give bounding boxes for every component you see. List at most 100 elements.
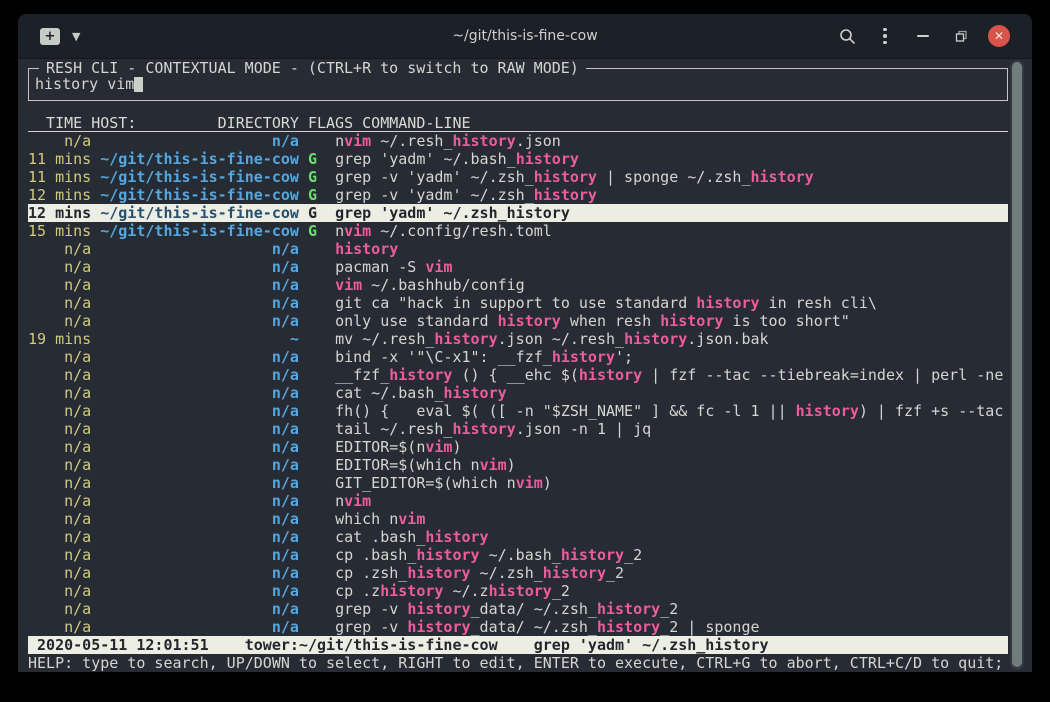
cell-host-directory: n/a <box>100 348 299 366</box>
text <box>91 366 100 384</box>
cmd-segment: | fzf --tac --tiebreak=index | perl -ne <box>642 366 1003 384</box>
history-row[interactable]: n/a n/a vim ~/.bashhub/config <box>28 276 1008 294</box>
text <box>317 456 335 474</box>
cell-time: n/a <box>28 618 91 636</box>
history-row[interactable]: 11 mins ~/git/this-is-fine-cow G grep 'y… <box>28 150 1008 168</box>
restore-button[interactable] <box>942 21 980 51</box>
text <box>91 510 100 528</box>
history-row[interactable]: n/a n/a tail ~/.resh_history.json -n 1 |… <box>28 420 1008 438</box>
menu-button[interactable] <box>866 21 904 51</box>
cmd-segment: '; <box>615 348 633 366</box>
history-row[interactable]: n/a n/a git ca "hack in support to use s… <box>28 294 1008 312</box>
history-row[interactable]: n/a n/a only use standard history when r… <box>28 312 1008 330</box>
cmd-segment: bind -x '"\C-x1": __fzf_ <box>335 348 552 366</box>
cell-host-directory: n/a <box>100 528 299 546</box>
text <box>317 258 335 276</box>
text <box>299 204 308 222</box>
history-row[interactable]: n/a n/a grep -v history_data/ ~/.zsh_his… <box>28 618 1008 636</box>
text <box>91 384 100 402</box>
history-row[interactable]: n/a n/a cp .zhistory ~/.zhistory_2 <box>28 582 1008 600</box>
chevron-down-icon: ▼ <box>72 30 80 43</box>
history-row[interactable]: n/a n/a history <box>28 240 1008 258</box>
cmd-match: history <box>534 186 597 204</box>
history-row[interactable]: n/a n/a pacman -S vim <box>28 258 1008 276</box>
cmd-match: vim <box>335 276 362 294</box>
history-row[interactable]: 19 mins ~ mv ~/.resh_history.json ~/.res… <box>28 330 1008 348</box>
history-row[interactable]: n/a n/a grep -v history_data/ ~/.zsh_his… <box>28 600 1008 618</box>
history-row[interactable]: n/a n/a cp .bash_history ~/.bash_history… <box>28 546 1008 564</box>
scrollbar-thumb[interactable] <box>1012 62 1022 667</box>
history-row[interactable]: n/a n/a nvim <box>28 492 1008 510</box>
cell-time: 12 mins <box>28 186 91 204</box>
cmd-match: vim <box>344 222 371 240</box>
cmd-match: history <box>597 618 660 636</box>
cmd-match: history <box>407 600 470 618</box>
text <box>91 294 100 312</box>
history-row[interactable]: n/a n/a nvim ~/.resh_history.json <box>28 132 1008 150</box>
history-row[interactable]: n/a n/a EDITOR=$(which nvim) <box>28 456 1008 474</box>
titlebar[interactable]: + ▼ ~/git/this-is-fine-cow <box>18 14 1032 59</box>
history-row[interactable]: 11 mins ~/git/this-is-fine-cow G grep -v… <box>28 168 1008 186</box>
text <box>299 348 308 366</box>
cell-flags <box>308 564 317 582</box>
cell-host-directory: n/a <box>100 618 299 636</box>
text <box>317 546 335 564</box>
text <box>299 582 308 600</box>
history-row[interactable]: n/a n/a which nvim <box>28 510 1008 528</box>
text <box>91 492 100 510</box>
new-tab-button[interactable]: + <box>40 28 60 45</box>
history-row[interactable]: n/a n/a fh() { eval $( ([ -n "$ZSH_NAME"… <box>28 402 1008 420</box>
history-row[interactable]: n/a n/a GIT_EDITOR=$(which nvim) <box>28 474 1008 492</box>
tab-dropdown-button[interactable]: ▼ <box>70 28 82 45</box>
cmd-segment: _data/ ~/.zsh_ <box>471 600 597 618</box>
history-row[interactable]: n/a n/a EDITOR=$(nvim) <box>28 438 1008 456</box>
history-row[interactable]: n/a n/a cat ~/.bash_history <box>28 384 1008 402</box>
table-header-text: TIME HOST: DIRECTORY FLAGS COMMAND-LINE <box>28 114 471 132</box>
history-row[interactable]: n/a n/a cat .bash_history <box>28 528 1008 546</box>
history-row[interactable]: n/a n/a bind -x '"\C-x1": __fzf_history'… <box>28 348 1008 366</box>
text <box>91 240 100 258</box>
text <box>91 546 100 564</box>
text <box>317 366 335 384</box>
cmd-match: history <box>489 582 552 600</box>
text <box>317 168 335 186</box>
cell-time: n/a <box>28 276 91 294</box>
history-row[interactable]: n/a n/a cp .zsh_history ~/.zsh_history_2 <box>28 564 1008 582</box>
text <box>91 330 100 348</box>
minimize-button[interactable] <box>904 21 942 51</box>
terminal-content[interactable]: RESH CLI - CONTEXTUAL MODE - (CTRL+R to … <box>18 59 1032 672</box>
cell-host-directory: ~/git/this-is-fine-cow <box>100 168 299 186</box>
cmd-match: vim <box>516 474 543 492</box>
cell-host-directory: n/a <box>100 600 299 618</box>
text <box>91 276 100 294</box>
text <box>299 420 308 438</box>
history-row[interactable]: 12 mins ~/git/this-is-fine-cow G grep -v… <box>28 186 1008 204</box>
cell-time: 11 mins <box>28 168 91 186</box>
history-row-selected[interactable]: 12 mins ~/git/this-is-fine-cow G grep 'y… <box>28 204 1008 222</box>
cell-time: n/a <box>28 492 91 510</box>
search-button[interactable] <box>828 21 866 51</box>
cmd-segment: GIT_EDITOR=$(which n <box>335 474 516 492</box>
text <box>299 600 308 618</box>
history-row[interactable]: n/a n/a __fzf_history () { __ehc $(histo… <box>28 366 1008 384</box>
cmd-segment: .json.bak <box>687 330 768 348</box>
cmd-segment: grep 'yadm' ~/.zsh_history <box>335 204 570 222</box>
text <box>299 528 308 546</box>
cmd-segment: cp .bash_ <box>335 546 416 564</box>
kebab-menu-icon <box>883 28 887 45</box>
history-row[interactable]: 15 mins ~/git/this-is-fine-cow G nvim ~/… <box>28 222 1008 240</box>
frame-title: RESH CLI - CONTEXTUAL MODE - (CTRL+R to … <box>39 59 586 77</box>
cell-time: n/a <box>28 348 91 366</box>
text <box>317 348 335 366</box>
cell-time: n/a <box>28 132 91 150</box>
close-button[interactable]: ✕ <box>980 21 1018 51</box>
cell-flags: G <box>308 186 317 204</box>
text <box>317 618 335 636</box>
cmd-segment: git ca "hack in support to use standard <box>335 294 696 312</box>
cell-host-directory: ~ <box>100 330 299 348</box>
cmd-match: history <box>534 168 597 186</box>
text <box>91 150 100 168</box>
cmd-segment: n <box>335 132 344 150</box>
cell-flags <box>308 510 317 528</box>
terminal-window: + ▼ ~/git/this-is-fine-cow <box>18 14 1032 672</box>
